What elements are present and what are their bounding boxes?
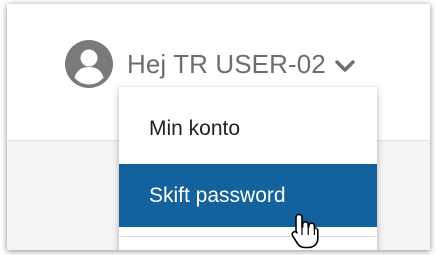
dropdown-divider	[119, 236, 377, 237]
user-dropdown-menu: Min konto Skift password	[119, 87, 377, 250]
user-circle-icon	[65, 40, 113, 88]
chevron-down-icon[interactable]	[334, 55, 356, 77]
menu-item-change-password[interactable]: Skift password	[119, 164, 377, 227]
user-menu-toggle[interactable]: Hej TR USER-02	[65, 34, 356, 94]
menu-item-my-account[interactable]: Min konto	[119, 97, 377, 160]
screenshot-frame: Hej TR USER-02 Min konto Skift password	[7, 4, 430, 250]
user-greeting: Hej TR USER-02	[127, 48, 326, 79]
menu-item-label: Skift password	[149, 183, 286, 207]
menu-item-label: Min konto	[149, 116, 241, 140]
